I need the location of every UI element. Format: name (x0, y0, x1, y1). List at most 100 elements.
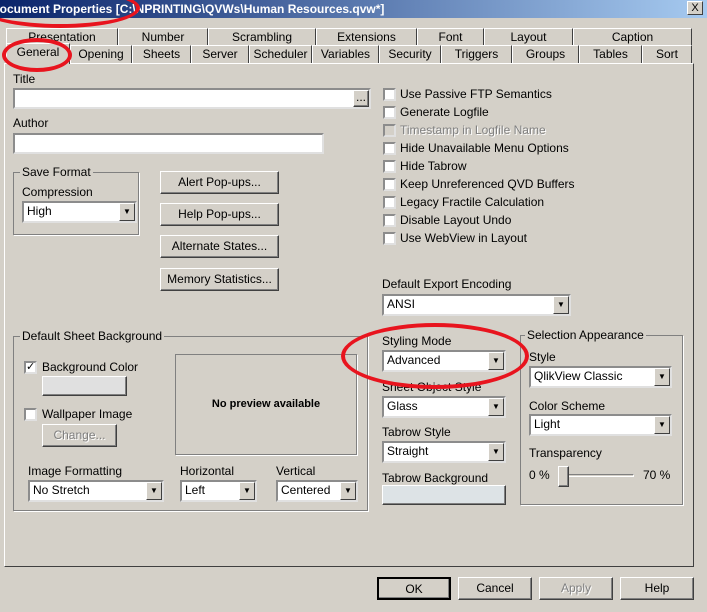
tabrow-background-swatch[interactable] (382, 485, 506, 505)
tab-extensions[interactable]: Extensions (316, 28, 417, 46)
title-label: Title (13, 72, 36, 86)
window-title: Document Properties [C:\NPRINTING\QVWs\H… (0, 2, 385, 16)
author-label: Author (13, 116, 49, 130)
export-encoding-value: ANSI (387, 297, 416, 311)
tabrow-background-label: Tabrow Background (382, 471, 489, 485)
chevron-down-icon[interactable]: ▼ (488, 398, 504, 416)
checkbox-0[interactable] (383, 88, 396, 101)
chevron-down-icon[interactable]: ▼ (488, 443, 504, 461)
checkbox-1[interactable] (383, 106, 396, 119)
cancel-button[interactable]: Cancel (458, 577, 532, 600)
styling-mode-value: Advanced (387, 353, 441, 367)
tab-sheets[interactable]: Sheets (132, 45, 191, 63)
tab-tables[interactable]: Tables (579, 45, 642, 63)
chevron-down-icon[interactable]: ▼ (654, 368, 670, 386)
help-popups-button[interactable]: Help Pop-ups... (160, 203, 279, 226)
tab-variables[interactable]: Variables (312, 45, 379, 63)
checkbox-2[interactable] (383, 124, 396, 137)
save-format-legend: Save Format (20, 165, 93, 179)
sheet-object-style-label: Sheet Object Style (382, 380, 482, 394)
checkbox-label: Hide Unavailable Menu Options (400, 141, 569, 155)
checkbox-label: Use Passive FTP Semantics (400, 87, 552, 101)
wallpaper-checkbox[interactable] (24, 408, 37, 421)
styling-mode-select[interactable]: Advanced ▼ (382, 350, 506, 372)
tabrow-style-label: Tabrow Style (382, 425, 451, 439)
alternate-states-button[interactable]: Alternate States... (160, 235, 279, 258)
title-bar: Document Properties [C:\NPRINTING\QVWs\H… (0, 0, 707, 18)
tab-scrambling[interactable]: Scrambling (208, 28, 316, 46)
transparency-max-label: 70 % (643, 468, 671, 482)
chevron-down-icon[interactable]: ▼ (488, 352, 504, 370)
chevron-down-icon[interactable]: ▼ (553, 296, 569, 314)
compression-select[interactable]: High ▼ (22, 201, 137, 223)
selection-style-select[interactable]: QlikView Classic ▼ (529, 366, 672, 388)
tab-security[interactable]: Security (379, 45, 441, 63)
wallpaper-label: Wallpaper Image (42, 407, 133, 421)
color-scheme-select[interactable]: Light ▼ (529, 414, 672, 436)
checkbox-6[interactable] (383, 196, 396, 209)
color-scheme-label: Color Scheme (529, 399, 606, 413)
checkbox-4[interactable] (383, 160, 396, 173)
author-input[interactable] (13, 133, 324, 154)
wallpaper-preview: No preview available (175, 354, 357, 455)
style-label: Style (529, 350, 556, 364)
tabrow-style-select[interactable]: Straight ▼ (382, 441, 506, 463)
chevron-down-icon[interactable]: ▼ (239, 482, 255, 500)
tab-general[interactable]: General (6, 43, 70, 64)
transparency-slider-thumb[interactable] (558, 466, 569, 487)
checkbox-label: Disable Layout Undo (400, 213, 512, 227)
compression-label: Compression (22, 185, 93, 199)
horizontal-select[interactable]: Left ▼ (180, 480, 257, 502)
tab-number[interactable]: Number (118, 28, 208, 46)
memory-statistics-button[interactable]: Memory Statistics... (160, 268, 279, 291)
apply-button[interactable]: Apply (539, 577, 613, 600)
tab-opening[interactable]: Opening (70, 45, 132, 63)
tab-layout[interactable]: Layout (484, 28, 573, 46)
tabrow-style-value: Straight (387, 444, 429, 458)
export-encoding-label: Default Export Encoding (382, 277, 512, 291)
checkbox-8[interactable] (383, 232, 396, 245)
checkbox-label: Keep Unreferenced QVD Buffers (400, 177, 575, 191)
checkbox-5[interactable] (383, 178, 396, 191)
background-color-checkbox[interactable]: ✓ (24, 361, 37, 374)
tab-groups[interactable]: Groups (512, 45, 579, 63)
sheet-object-style-select[interactable]: Glass ▼ (382, 396, 506, 418)
horizontal-label: Horizontal (180, 464, 235, 478)
title-browse-button[interactable]: ... (353, 90, 369, 107)
alert-popups-button[interactable]: Alert Pop-ups... (160, 171, 279, 194)
ok-button[interactable]: OK (377, 577, 451, 600)
background-color-swatch[interactable] (42, 376, 127, 396)
transparency-label: Transparency (529, 446, 602, 460)
chevron-down-icon[interactable]: ▼ (119, 203, 135, 221)
transparency-slider-track[interactable] (558, 474, 634, 477)
image-formatting-select[interactable]: No Stretch ▼ (28, 480, 164, 502)
title-input[interactable] (13, 88, 371, 109)
help-button[interactable]: Help (620, 577, 694, 600)
chevron-down-icon[interactable]: ▼ (146, 482, 162, 500)
vertical-select[interactable]: Centered ▼ (276, 480, 358, 502)
sheet-background-legend: Default Sheet Background (20, 329, 165, 343)
transparency-min-label: 0 % (529, 468, 550, 482)
tab-sort[interactable]: Sort (642, 45, 692, 63)
vertical-value: Centered (281, 483, 331, 497)
checkbox-3[interactable] (383, 142, 396, 155)
sheet-object-style-value: Glass (387, 399, 418, 413)
tab-font[interactable]: Font (417, 28, 484, 46)
tab-caption[interactable]: Caption (573, 28, 692, 46)
checkbox-7[interactable] (383, 214, 396, 227)
color-scheme-value: Light (534, 417, 561, 431)
checkbox-label: Use WebView in Layout (400, 231, 527, 245)
tab-server[interactable]: Server (191, 45, 249, 63)
compression-value: High (27, 204, 52, 218)
background-color-label: Background Color (42, 360, 139, 374)
image-formatting-value: No Stretch (33, 483, 90, 497)
selection-style-value: QlikView Classic (534, 369, 623, 383)
chevron-down-icon[interactable]: ▼ (340, 482, 356, 500)
change-wallpaper-button[interactable]: Change... (42, 424, 117, 447)
tab-scheduler[interactable]: Scheduler (249, 45, 312, 63)
styling-mode-label: Styling Mode (382, 334, 452, 348)
export-encoding-select[interactable]: ANSI ▼ (382, 294, 571, 316)
tab-triggers[interactable]: Triggers (441, 45, 512, 63)
close-button[interactable]: X (687, 1, 703, 15)
chevron-down-icon[interactable]: ▼ (654, 416, 670, 434)
